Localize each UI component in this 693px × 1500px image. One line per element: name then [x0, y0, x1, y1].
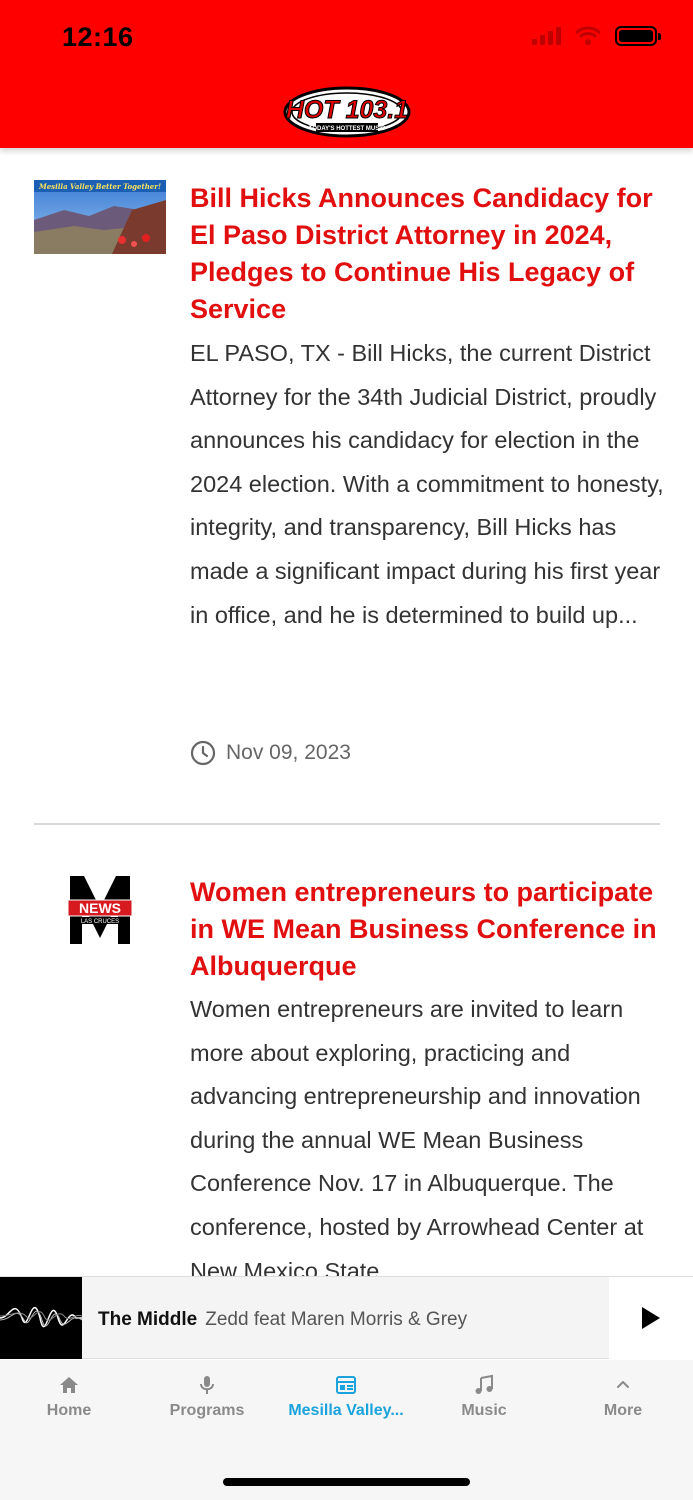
- article-title[interactable]: Bill Hicks Announces Candidacy for El Pa…: [190, 180, 665, 328]
- play-icon: [642, 1307, 660, 1329]
- tab-label: Mesilla Valley...: [288, 1402, 404, 1419]
- album-art: [0, 1277, 82, 1359]
- track-title: The Middle: [98, 1309, 198, 1330]
- article-thumbnail[interactable]: NEWS LAS CRUCES: [64, 874, 136, 948]
- thumbnail-caption: Mesilla Valley Better Together!: [38, 182, 161, 191]
- status-time: 12:16: [62, 22, 134, 52]
- tab-programs[interactable]: Programs: [138, 1374, 276, 1420]
- battery-icon: [615, 26, 661, 46]
- logo-text: HOT 103.1: [286, 96, 408, 124]
- logo-tagline: TODAY'S HOTTEST MUSIC: [309, 126, 386, 132]
- thumbnail-caption: NEWS: [79, 900, 121, 916]
- tab-label: Music: [461, 1402, 507, 1419]
- tab-label: Programs: [169, 1402, 245, 1419]
- article-divider: [34, 823, 660, 825]
- tab-more[interactable]: More: [554, 1374, 692, 1420]
- article-excerpt: Women entrepreneurs are invited to learn…: [190, 996, 644, 1276]
- article-list[interactable]: Mesilla Valley Better Together! Bill Hic…: [0, 148, 693, 1276]
- list-item[interactable]: NEWS LAS CRUCES Women entrepreneurs to p…: [34, 874, 660, 1276]
- home-icon: [60, 1377, 78, 1393]
- app-header: 12:16 HOT 103.1 TODAY'S HOTTEST MUSIC: [0, 0, 693, 148]
- clock-icon: [190, 740, 216, 766]
- newspaper-icon: [336, 1376, 356, 1394]
- status-icons: [532, 26, 661, 46]
- thumbnail-subcaption: LAS CRUCES: [81, 919, 119, 925]
- tab-label: Home: [46, 1402, 92, 1419]
- list-item[interactable]: Mesilla Valley Better Together! Bill Hic…: [34, 180, 664, 780]
- article-thumbnail[interactable]: Mesilla Valley Better Together!: [34, 180, 166, 254]
- cellular-signal-icon: [532, 27, 561, 45]
- microphone-icon: [200, 1376, 214, 1394]
- article-date: Nov 09, 2023: [190, 740, 351, 766]
- chevron-up-icon: [617, 1381, 629, 1388]
- tab-mesilla-valley[interactable]: Mesilla Valley...: [277, 1374, 415, 1420]
- tab-music[interactable]: Music: [415, 1374, 553, 1420]
- play-button[interactable]: [609, 1277, 693, 1359]
- music-note-icon: [475, 1374, 493, 1394]
- now-playing-bar[interactable]: The Middle Zedd feat Maren Morris & Grey: [0, 1276, 693, 1359]
- home-indicator[interactable]: [223, 1478, 470, 1486]
- article-title[interactable]: Women entrepreneurs to participate in WE…: [190, 874, 665, 985]
- tab-label: More: [603, 1402, 643, 1419]
- article-date-text: Nov 09, 2023: [226, 741, 351, 764]
- track-artist: Zedd feat Maren Morris & Grey: [205, 1309, 468, 1330]
- wifi-icon: [575, 26, 601, 45]
- article-excerpt: EL PASO, TX - Bill Hicks, the current Di…: [190, 340, 664, 628]
- station-logo[interactable]: HOT 103.1 TODAY'S HOTTEST MUSIC: [280, 80, 414, 140]
- tab-home[interactable]: Home: [0, 1374, 138, 1420]
- track-info[interactable]: The Middle Zedd feat Maren Morris & Grey: [98, 1309, 467, 1331]
